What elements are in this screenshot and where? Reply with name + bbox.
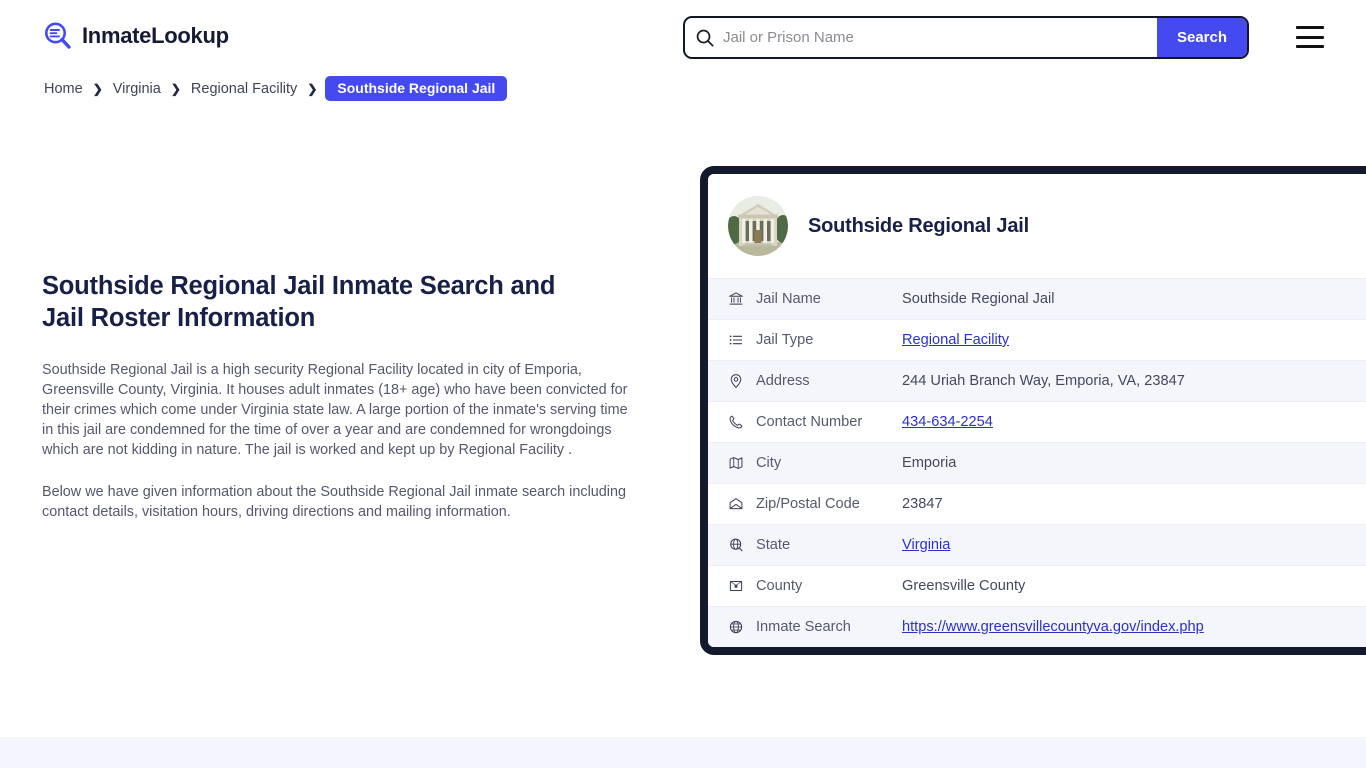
globe-icon [728, 619, 754, 635]
envelope-icon [728, 496, 754, 512]
info-row-link[interactable]: 434-634-2254 [902, 414, 993, 430]
row-label-box: Contact Number [754, 414, 902, 430]
info-row-label: Jail Name [756, 291, 821, 307]
info-row-link[interactable]: Regional Facility [902, 332, 1009, 348]
info-row: State Virginia [708, 524, 1366, 565]
info-row-label: Jail Type [756, 332, 814, 348]
row-label-box: Address [754, 373, 902, 389]
main-content-column: Southside Regional Jail Inmate Search an… [42, 270, 642, 522]
jail-info-table: Jail Name Southside Regional Jail Jail Typ… [708, 278, 1366, 647]
bank-icon [728, 291, 754, 307]
card-title: Southside Regional Jail [808, 214, 1029, 237]
row-label-box: County [754, 578, 902, 594]
info-row-link[interactable]: https://www.greensvillecountyva.gov/inde… [902, 619, 1204, 635]
brand-logo[interactable]: InmateLookup [42, 20, 229, 52]
info-row-label: State [756, 537, 791, 553]
info-row-value: Greensville County [902, 578, 1026, 594]
info-row-value: Southside Regional Jail [902, 291, 1055, 307]
list-icon [728, 332, 754, 348]
info-row-label: Zip/Postal Code [756, 496, 860, 512]
page-root: InmateLookup Search Home ❯ Virginia ❯ Re… [0, 0, 1366, 768]
row-label-box: City [754, 455, 902, 471]
chevron-right-icon: ❯ [170, 81, 181, 96]
info-row: County Greensville County [708, 565, 1366, 606]
info-row-label: City [756, 455, 782, 471]
chevron-right-icon: ❯ [92, 81, 103, 96]
info-row-link[interactable]: Virginia [902, 537, 950, 553]
footer-band [0, 737, 1366, 768]
info-row: Inmate Search https://www.greensvillecoun… [708, 606, 1366, 647]
info-row-value: 244 Uriah Branch Way, Emporia, VA, 23847 [902, 373, 1185, 389]
page-title: Southside Regional Jail Inmate Search an… [42, 272, 556, 332]
brand-name: InmateLookup [82, 23, 229, 48]
breadcrumb-item-regional-facility[interactable]: Regional Facility [189, 81, 299, 97]
row-label-box: Zip/Postal Code [754, 496, 902, 512]
card-header: Southside Regional Jail [708, 174, 1366, 278]
row-label-box: Inmate Search [754, 619, 902, 635]
search-input[interactable] [719, 18, 1157, 57]
info-row-label: Inmate Search [756, 619, 851, 635]
info-row: Jail Name Southside Regional Jail [708, 278, 1366, 319]
info-row-label: County [756, 578, 803, 594]
info-row-value: 23847 [902, 496, 943, 512]
row-label-box: Jail Name [754, 291, 902, 307]
info-row-value[interactable]: 434-634-2254 [902, 414, 993, 430]
map-icon [728, 455, 754, 471]
phone-icon [728, 414, 754, 430]
info-row-value[interactable]: https://www.greensvillecountyva.gov/inde… [902, 619, 1204, 635]
location-card-icon [728, 578, 754, 594]
courthouse-building-photo [728, 196, 788, 256]
breadcrumb-item-home[interactable]: Home [42, 81, 85, 97]
info-row-value[interactable]: Regional Facility [902, 332, 1009, 348]
hamburger-bar [1296, 26, 1324, 29]
breadcrumb-item-virginia[interactable]: Virginia [111, 81, 163, 97]
search-bar[interactable]: Search [683, 16, 1249, 59]
description-paragraph-2: Below we have given information about th… [42, 484, 626, 520]
info-row-label: Address [756, 373, 810, 389]
info-row-value: Emporia [902, 455, 957, 471]
hamburger-bar [1296, 45, 1324, 48]
map-pin-icon [728, 373, 754, 389]
jail-info-card: Southside Regional Jail Jail Name Southsi… [700, 166, 1366, 655]
globe-stand-icon [728, 537, 754, 553]
row-label-box: State [754, 537, 902, 553]
info-row: City Emporia [708, 442, 1366, 483]
breadcrumb: Home ❯ Virginia ❯ Regional Facility ❯ So… [42, 76, 508, 101]
search-icon [685, 28, 719, 48]
row-label-box: Jail Type [754, 332, 902, 348]
description-paragraph-1: Southside Regional Jail is a high securi… [42, 362, 628, 458]
info-row: Zip/Postal Code 23847 [708, 483, 1366, 524]
magnifier-list-icon [42, 20, 74, 52]
info-row-value[interactable]: Virginia [902, 537, 950, 553]
breadcrumb-item-current: Southside Regional Jail [325, 76, 508, 101]
info-row: Jail Type Regional Facility [708, 319, 1366, 360]
search-button[interactable]: Search [1157, 18, 1247, 57]
site-header: InmateLookup Search [0, 0, 1366, 74]
info-row-label: Contact Number [756, 414, 863, 430]
info-row: Contact Number 434-634-2254 [708, 401, 1366, 442]
hamburger-bar [1296, 35, 1324, 39]
chevron-right-icon: ❯ [307, 81, 318, 96]
info-row: Address 244 Uriah Branch Way, Emporia, VA… [708, 360, 1366, 401]
hamburger-menu-icon[interactable] [1296, 26, 1324, 48]
